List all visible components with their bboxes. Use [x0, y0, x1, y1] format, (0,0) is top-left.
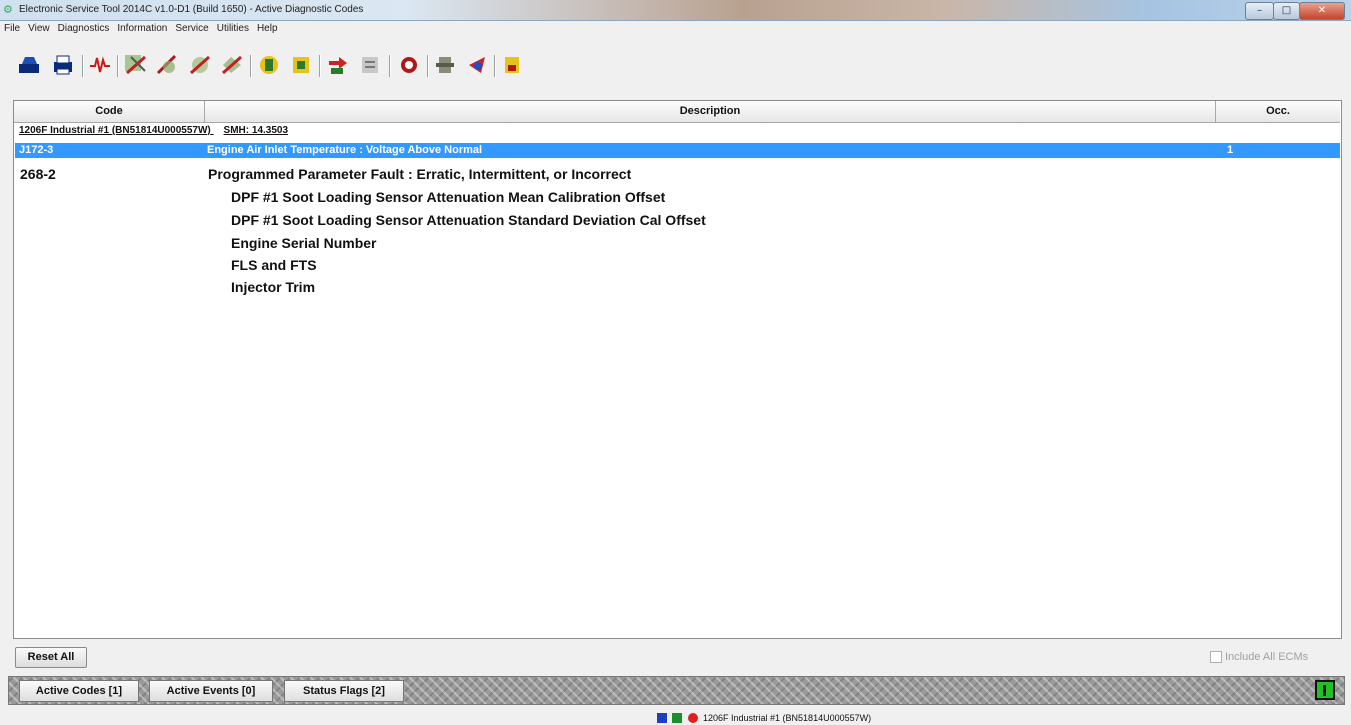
sub-item: FLS and FTS [231, 257, 317, 273]
sub-item: Engine Serial Number [231, 235, 377, 251]
toolbar-separator [117, 55, 119, 77]
row-description: Engine Air Inlet Temperature : Voltage A… [207, 144, 483, 156]
service-5-icon[interactable] [396, 52, 422, 78]
window-title: Electronic Service Tool 2014C v1.0-D1 (B… [19, 4, 364, 15]
service-3-icon[interactable] [325, 52, 351, 78]
menu-file[interactable]: File [0, 21, 24, 34]
title-bar: ⚙ Electronic Service Tool 2014C v1.0-D1 … [0, 0, 1351, 21]
service-7-icon[interactable] [465, 52, 491, 78]
menu-information[interactable]: Information [113, 21, 171, 34]
tab-strip: Active Codes [1] Active Events [0] Statu… [8, 676, 1345, 705]
status-green-square-icon [672, 713, 682, 723]
column-header-code[interactable]: Code [14, 101, 205, 123]
diagnostic-4-icon[interactable] [219, 52, 245, 78]
menu-diagnostics[interactable]: Diagnostics [54, 21, 114, 34]
status-bar: 1206F Industrial #1 (BN51814U000557W) [0, 707, 1351, 725]
menu-utilities[interactable]: Utilities [213, 21, 253, 34]
column-header-description[interactable]: Description [205, 101, 1216, 123]
toolbar [0, 37, 1351, 99]
service-1-icon[interactable] [256, 52, 282, 78]
status-blue-square-icon [657, 713, 667, 723]
ecm-smh: SMH: 14.3503 [223, 125, 289, 136]
menu-service[interactable]: Service [171, 21, 212, 34]
toolbar-separator [82, 55, 84, 77]
toolbar-separator [319, 55, 321, 77]
service-8-icon[interactable] [500, 52, 526, 78]
reset-all-button[interactable]: Reset All [15, 647, 87, 668]
toolbar-separator [250, 55, 252, 77]
sub-item: Injector Trim [231, 279, 316, 295]
close-button[interactable]: ✕ [1299, 2, 1345, 20]
app-icon: ⚙ [3, 3, 13, 16]
toolbar-separator [389, 55, 391, 77]
connect-ecm-icon[interactable] [16, 52, 42, 78]
diagnostic-3-icon[interactable] [187, 52, 213, 78]
toolbar-separator [427, 55, 429, 77]
checkbox-box[interactable] [1210, 651, 1222, 663]
diagnostic-2-icon[interactable] [155, 52, 181, 78]
toolbar-separator [494, 55, 496, 77]
include-all-ecms-checkbox[interactable]: Include All ECMs [1210, 651, 1308, 663]
ecm-name: 1206F Industrial #1 (BN51814U000557W) [19, 125, 211, 136]
row-code: J172-3 [19, 144, 54, 156]
table-row-selected[interactable]: J172-3 Engine Air Inlet Temperature : Vo… [15, 143, 1340, 158]
menu-bar: File View Diagnostics Information Service Uti… [0, 21, 1351, 36]
tab-status-flags[interactable]: Status Flags [2] [284, 680, 404, 702]
minimize-button[interactable]: – [1245, 2, 1274, 20]
service-4-icon[interactable] [358, 52, 384, 78]
menu-view[interactable]: View [24, 21, 54, 34]
row-occ: 1 [1227, 144, 1234, 156]
ecm-group-header: 1206F Industrial #1 (BN51814U000557W) SM… [19, 125, 288, 136]
sub-item: DPF #1 Soot Loading Sensor Attenuation M… [231, 189, 666, 205]
diagnostic-codes-table: Code Description Occ. 1206F Industrial #… [13, 100, 1342, 639]
include-all-ecms-label: Include All ECMs [1225, 651, 1309, 663]
maximize-button[interactable]: □ [1273, 2, 1300, 20]
service-2-icon[interactable] [289, 52, 315, 78]
row-description: Programmed Parameter Fault : Erratic, In… [208, 166, 632, 182]
tab-active-codes[interactable]: Active Codes [1] [19, 680, 139, 702]
service-6-icon[interactable] [433, 52, 459, 78]
print-icon[interactable] [50, 52, 76, 78]
connection-status-icon [1315, 680, 1335, 700]
diagnostic-1-icon[interactable] [123, 52, 149, 78]
status-ecm-text: 1206F Industrial #1 (BN51814U000557W) [703, 713, 872, 723]
menu-help[interactable]: Help [253, 21, 282, 34]
status-red-dot-icon [688, 713, 698, 723]
sub-item: DPF #1 Soot Loading Sensor Attenuation S… [231, 212, 706, 228]
row-code: 268-2 [20, 166, 56, 182]
graph-icon[interactable] [87, 52, 113, 78]
tab-active-events[interactable]: Active Events [0] [149, 680, 273, 702]
column-header-occ[interactable]: Occ. [1216, 101, 1340, 123]
